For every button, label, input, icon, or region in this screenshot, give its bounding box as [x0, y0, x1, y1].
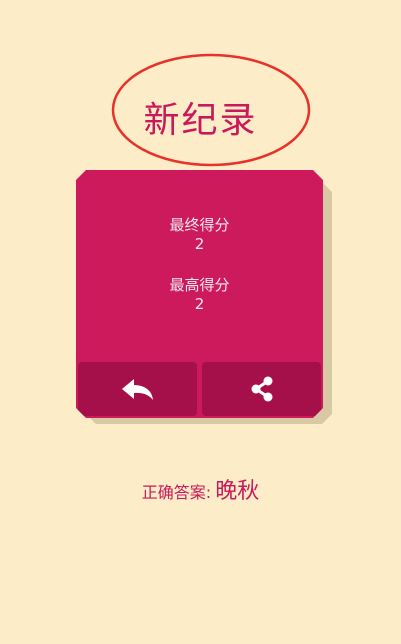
final-score-block: 最终得分 2 [76, 216, 323, 254]
share-button[interactable] [202, 362, 321, 416]
answer-value: 晚秋 [215, 479, 260, 504]
best-score-label: 最高得分 [169, 276, 230, 294]
reply-arrow-icon [120, 377, 156, 401]
final-score-label: 最终得分 [169, 216, 230, 234]
answer-label: 正确答案: [141, 483, 212, 502]
correct-answer: 正确答案: 晚秋 [0, 476, 401, 509]
share-icon [249, 376, 275, 402]
final-score-value: 2 [194, 235, 205, 253]
back-button[interactable] [78, 362, 197, 416]
score-card: 最终得分 2 最高得分 2 [76, 170, 323, 418]
record-title: 新纪录 [143, 100, 258, 141]
best-score-value: 2 [194, 295, 205, 313]
best-score-block: 最高得分 2 [76, 276, 323, 314]
